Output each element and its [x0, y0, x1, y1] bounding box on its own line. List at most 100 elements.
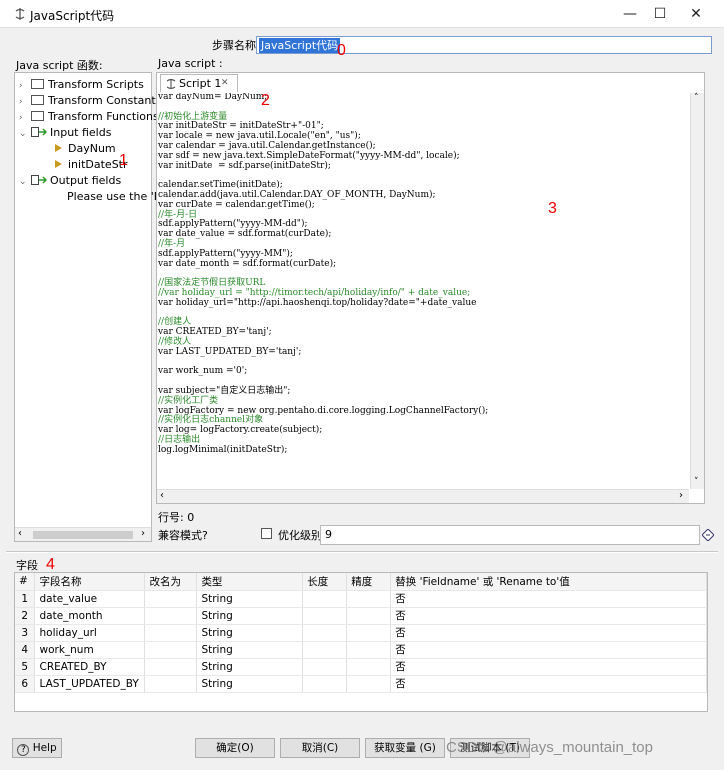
editor-horizontal-scrollbar[interactable]: ‹ ›: [157, 489, 689, 503]
tree-label: Input fields: [50, 126, 112, 139]
tree-item-initdatestr[interactable]: initDateStr: [55, 157, 128, 173]
tab-script-1[interactable]: Script 1 ✕: [160, 74, 238, 92]
code-line: log.logMinimal(initDateStr);: [158, 444, 288, 455]
table-cell[interactable]: String: [196, 624, 304, 642]
tree-item-output-fields[interactable]: ⌄ Output fields: [19, 173, 121, 189]
column-header[interactable]: 类型: [196, 573, 304, 591]
table-cell[interactable]: [346, 624, 392, 642]
table-row[interactable]: 6 LAST_UPDATED_BY String 否: [15, 675, 707, 693]
help-button[interactable]: ? Help: [12, 738, 62, 758]
table-row[interactable]: 1 date_value String 否: [15, 590, 707, 608]
table-cell[interactable]: String: [196, 641, 304, 659]
table-cell[interactable]: [144, 624, 198, 642]
table-cell[interactable]: [144, 675, 198, 693]
table-cell[interactable]: String: [196, 607, 304, 625]
table-cell[interactable]: [144, 658, 198, 676]
table-row[interactable]: 2 date_month String 否: [15, 607, 707, 625]
table-cell[interactable]: [346, 641, 392, 659]
column-header[interactable]: 精度: [346, 573, 392, 591]
scroll-thumb[interactable]: [33, 531, 133, 539]
tree-item-transform-scripts[interactable]: › Transform Scripts: [19, 77, 144, 93]
table-cell[interactable]: [302, 624, 348, 642]
column-header[interactable]: 字段名称: [34, 573, 146, 591]
table-cell[interactable]: [302, 641, 348, 659]
field-arrow-icon: [55, 144, 62, 152]
scroll-down-icon[interactable]: ˅: [694, 477, 699, 487]
table-cell[interactable]: 否: [390, 624, 707, 642]
scroll-up-icon[interactable]: ˄: [694, 93, 699, 103]
column-header[interactable]: 改名为: [144, 573, 198, 591]
table-cell[interactable]: [346, 590, 392, 608]
close-button[interactable]: ✕: [682, 4, 710, 24]
table-header-row: # 字段名称 改名为 类型 长度 精度 替换 'Fieldname' 或 'Rename t…: [15, 573, 707, 591]
optimization-level-input[interactable]: 9: [320, 525, 700, 545]
cancel-button[interactable]: 取消(C): [280, 738, 360, 758]
table-cell[interactable]: 否: [390, 641, 707, 659]
table-cell[interactable]: [302, 590, 348, 608]
maximize-button[interactable]: ☐: [646, 4, 674, 24]
table-cell[interactable]: 否: [390, 675, 707, 693]
variable-diamond-icon[interactable]: [702, 529, 714, 541]
window-title: JavaScript代码: [30, 9, 115, 23]
tree-item-input-fields[interactable]: ⌄ Input fields: [19, 125, 111, 141]
table-cell[interactable]: [346, 675, 392, 693]
table-cell[interactable]: date_month: [34, 607, 146, 625]
column-header[interactable]: 长度: [302, 573, 348, 591]
scroll-left-icon[interactable]: ‹: [160, 490, 164, 501]
table-cell[interactable]: CREATED_BY: [34, 658, 146, 676]
help-icon: ?: [17, 744, 30, 756]
get-variables-button[interactable]: 获取变量 (G): [365, 738, 445, 758]
table-cell[interactable]: [346, 607, 392, 625]
script-code-area[interactable]: var dayNum= DayNum;//初始化上游变量 var initDate…: [158, 93, 688, 489]
functions-tree[interactable]: › Transform Scripts › Transform Constants …: [14, 72, 168, 542]
column-header[interactable]: #: [15, 573, 36, 591]
table-cell[interactable]: [302, 675, 348, 693]
table-cell[interactable]: String: [196, 590, 304, 608]
watermark: CSDN @always_mountain_top: [446, 739, 653, 756]
tree-item-daynum[interactable]: DayNum: [55, 141, 116, 157]
table-cell[interactable]: 否: [390, 658, 707, 676]
step-name-input[interactable]: JavaScript代码: [256, 36, 712, 54]
optimization-checkbox[interactable]: [261, 528, 272, 539]
table-cell[interactable]: 否: [390, 590, 707, 608]
scroll-right-icon[interactable]: ›: [141, 528, 145, 539]
tree-item-transform-functions[interactable]: › Transform Functions: [19, 109, 159, 125]
table-row[interactable]: 4 work_num String 否: [15, 641, 707, 659]
collapse-icon[interactable]: ⌄: [19, 174, 31, 190]
expand-icon[interactable]: ›: [19, 94, 31, 110]
table-cell[interactable]: work_num: [34, 641, 146, 659]
table-cell[interactable]: String: [196, 675, 304, 693]
minimize-button[interactable]: —: [616, 4, 644, 24]
table-cell[interactable]: [144, 590, 198, 608]
column-header[interactable]: 替换 'Fieldname' 或 'Rename to'值: [390, 573, 707, 591]
table-cell[interactable]: holiday_url: [34, 624, 146, 642]
code-line: var CREATED_BY='tanj';: [158, 327, 272, 338]
table-cell[interactable]: [302, 658, 348, 676]
title-bar: JavaScript代码 — ☐ ✕: [0, 0, 724, 28]
editor-vertical-scrollbar[interactable]: ˄ ˅: [690, 93, 704, 489]
functions-label: Java script 函数:: [16, 59, 103, 72]
table-cell[interactable]: [346, 658, 392, 676]
scroll-left-icon[interactable]: ‹: [18, 528, 22, 539]
table-row[interactable]: 5 CREATED_BY String 否: [15, 658, 707, 676]
ok-button[interactable]: 确定(O): [195, 738, 275, 758]
table-cell[interactable]: [144, 607, 198, 625]
collapse-icon[interactable]: ⌄: [19, 126, 31, 142]
table-cell[interactable]: LAST_UPDATED_BY: [34, 675, 146, 693]
table-cell[interactable]: [144, 641, 198, 659]
field-arrow-icon: [55, 160, 62, 168]
table-cell[interactable]: [302, 607, 348, 625]
table-row[interactable]: 3 holiday_url String 否: [15, 624, 707, 642]
fields-table[interactable]: # 字段名称 改名为 类型 长度 精度 替换 'Fieldname' 或 'Rename t…: [15, 573, 707, 693]
tree-item-transform-constants[interactable]: › Transform Constants: [19, 93, 161, 109]
table-cell[interactable]: date_value: [34, 590, 146, 608]
tree-label: Please use the 'Re: [67, 190, 168, 203]
table-cell[interactable]: String: [196, 658, 304, 676]
expand-icon[interactable]: ›: [19, 78, 31, 94]
tree-label: Output fields: [50, 174, 122, 187]
table-cell[interactable]: 否: [390, 607, 707, 625]
tab-close-icon[interactable]: ✕: [221, 75, 229, 92]
expand-icon[interactable]: ›: [19, 110, 31, 126]
scroll-right-icon[interactable]: ›: [679, 490, 683, 501]
tree-horizontal-scrollbar[interactable]: ‹ ›: [15, 527, 151, 541]
